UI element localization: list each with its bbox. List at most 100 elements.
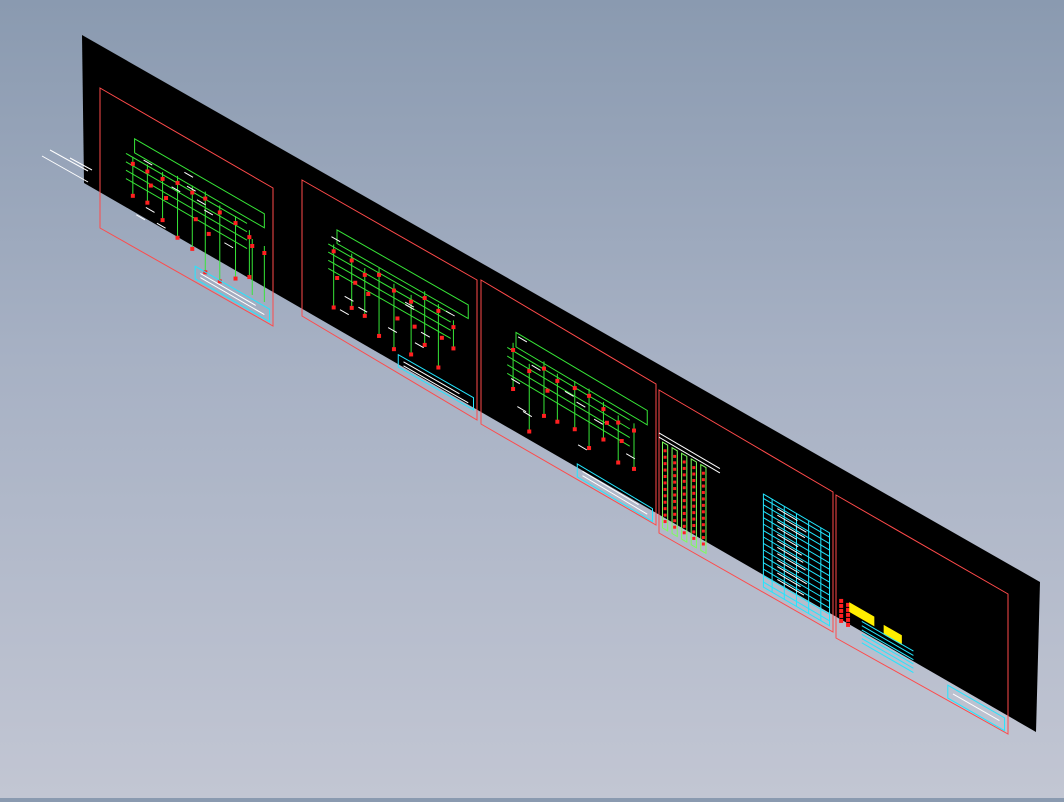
terminal-node xyxy=(422,296,427,301)
terminal-node xyxy=(439,335,444,340)
terminal-node xyxy=(692,485,696,489)
terminal-node xyxy=(701,503,705,507)
terminal-node xyxy=(436,365,441,370)
terminal-node xyxy=(604,420,609,425)
terminal-node xyxy=(451,325,456,330)
terminal-node xyxy=(555,378,560,383)
title-block-text xyxy=(200,277,265,316)
terminal-node xyxy=(673,487,677,491)
terminal-node xyxy=(682,466,686,470)
terminal-node xyxy=(545,388,550,393)
terminal-node xyxy=(673,506,677,510)
terminal-node xyxy=(511,387,516,392)
terminal-node xyxy=(331,249,336,254)
terminal-node xyxy=(145,169,150,174)
terminal-node xyxy=(692,524,696,528)
terminal-node xyxy=(193,217,198,222)
terminal-node xyxy=(663,507,667,511)
terminal-node xyxy=(190,246,195,251)
terminal-node xyxy=(701,529,705,533)
terminal-node xyxy=(409,352,414,357)
terminal-node xyxy=(682,479,686,483)
component-marker xyxy=(839,598,844,603)
terminal-node xyxy=(701,542,705,546)
terminal-node xyxy=(362,272,367,277)
component-marker xyxy=(839,603,844,608)
terminal-node xyxy=(190,190,195,195)
terminal-node xyxy=(587,393,592,398)
terminal-node xyxy=(572,427,577,432)
terminal-node xyxy=(692,491,696,495)
terminal-node xyxy=(682,511,686,515)
terminal-node xyxy=(663,468,667,472)
terminal-node xyxy=(541,413,546,418)
terminal-node xyxy=(349,305,354,310)
terminal-node xyxy=(587,446,592,451)
terminal-node xyxy=(663,520,667,524)
terminal-node xyxy=(682,524,686,528)
terminal-node xyxy=(701,510,705,514)
terminal-node xyxy=(701,491,705,495)
terminal-node xyxy=(601,407,606,412)
terminal-node xyxy=(217,210,222,215)
terminal-node xyxy=(663,455,667,459)
terminal-node xyxy=(160,218,165,223)
terminal-node xyxy=(335,275,340,280)
terminal-node xyxy=(682,460,686,464)
terminal-node xyxy=(541,366,546,371)
terminal-node xyxy=(366,291,371,296)
terminal-node xyxy=(673,512,677,516)
terminal-node xyxy=(682,486,686,490)
terminal-node xyxy=(247,235,252,240)
component-marker xyxy=(846,617,851,622)
terminal-node xyxy=(409,299,414,304)
terminal-node xyxy=(331,305,336,310)
cad-viewport[interactable] xyxy=(0,0,1064,798)
terminal-node xyxy=(682,499,686,503)
terminal-node xyxy=(663,494,667,498)
terminal-node xyxy=(663,513,667,517)
terminal-node xyxy=(692,511,696,515)
terminal-node xyxy=(250,244,255,248)
component-marker xyxy=(846,612,851,617)
terminal-node xyxy=(555,419,560,424)
terminal-node xyxy=(148,183,153,188)
terminal-node xyxy=(247,275,252,280)
terminal-node xyxy=(701,536,705,540)
terminal-node xyxy=(160,176,165,181)
terminal-node xyxy=(692,498,696,502)
terminal-node xyxy=(616,420,621,425)
terminal-node xyxy=(663,487,667,491)
terminal-node xyxy=(422,342,427,347)
terminal-node xyxy=(233,221,238,226)
terminal-node xyxy=(701,478,705,482)
terminal-node xyxy=(701,471,705,475)
terminal-node xyxy=(572,386,577,391)
terminal-node xyxy=(663,462,667,466)
terminal-node xyxy=(175,235,180,240)
terminal-node xyxy=(692,478,696,482)
terminal-node xyxy=(511,348,516,353)
terminal-node xyxy=(673,467,677,471)
terminal-node xyxy=(673,474,677,478)
component-marker xyxy=(839,613,844,618)
terminal-node xyxy=(527,369,532,374)
terminal-node xyxy=(145,200,150,205)
terminal-node xyxy=(673,493,677,497)
terminal-node xyxy=(682,492,686,496)
terminal-node xyxy=(632,466,637,471)
terminal-node xyxy=(412,324,417,329)
terminal-node xyxy=(692,466,696,470)
terminal-node xyxy=(175,180,180,185)
terminal-node xyxy=(673,480,677,484)
terminal-node xyxy=(663,449,667,453)
terminal-node xyxy=(692,504,696,508)
terminal-node xyxy=(692,472,696,476)
terminal-node xyxy=(673,461,677,465)
isometric-drawing-sheet xyxy=(41,35,1040,735)
terminal-node xyxy=(701,484,705,488)
terminal-node xyxy=(692,536,696,540)
terminal-node xyxy=(206,231,211,236)
terminal-node xyxy=(353,280,358,285)
terminal-node xyxy=(395,316,400,321)
